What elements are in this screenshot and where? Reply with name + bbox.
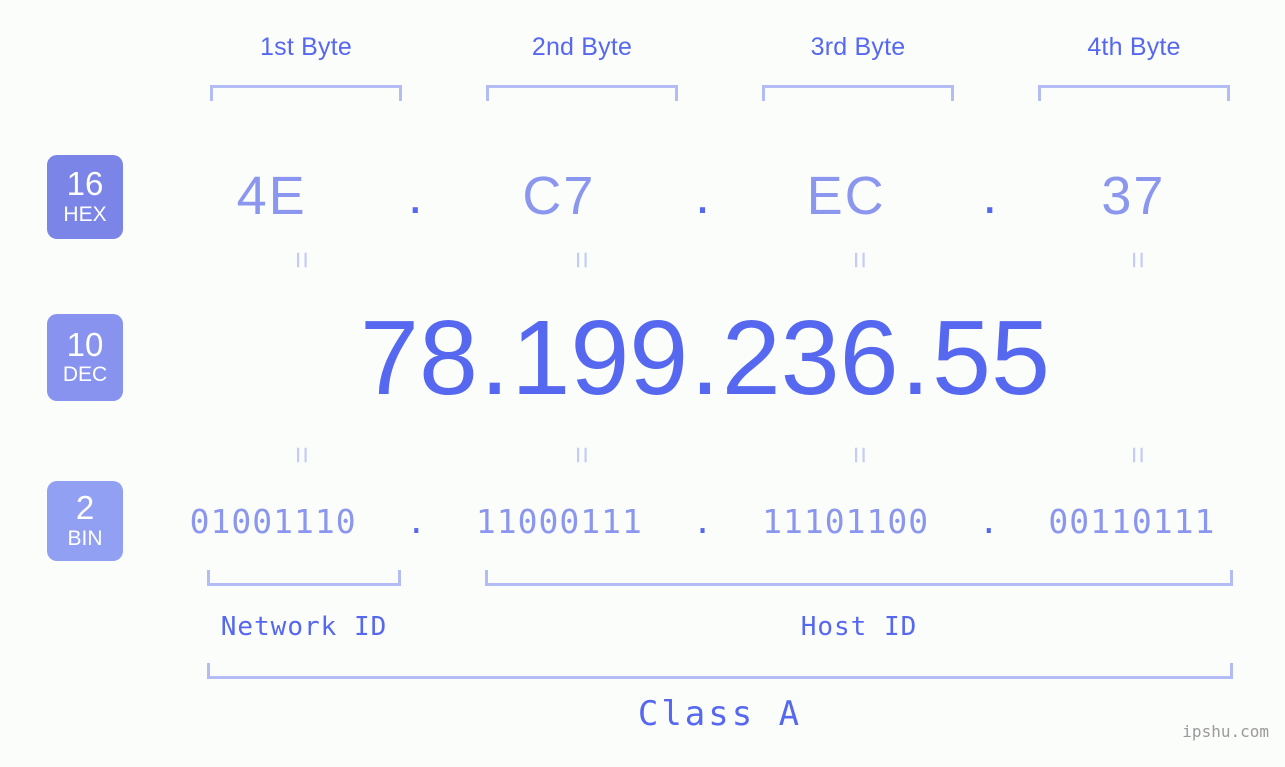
- ip-class-label: Class A: [637, 694, 803, 734]
- bin-separator-2: .: [692, 501, 713, 541]
- equals-icon-hex-dec-3: =: [843, 251, 876, 269]
- dec-separator-3: .: [900, 299, 931, 417]
- base-badge-bin: 2 BIN: [47, 481, 123, 561]
- equals-icon-hex-dec-4: =: [1121, 251, 1154, 269]
- byte-header-1: 1st Byte: [260, 33, 352, 61]
- equals-icon-dec-bin-3: =: [843, 446, 876, 464]
- byte-bracket-4: [1038, 85, 1230, 101]
- byte-bracket-2: [486, 85, 678, 101]
- bin-octet-2: 11000111: [475, 501, 643, 541]
- dec-octet-row: 78 . 199 . 236 . 55: [150, 296, 1260, 420]
- equals-icon-hex-dec-1: =: [285, 251, 318, 269]
- dec-separator-2: .: [690, 299, 720, 417]
- base-badge-bin-number: 2: [75, 489, 95, 527]
- hex-octet-2: C7: [522, 166, 596, 226]
- hex-separator-3: .: [982, 165, 998, 226]
- equals-icon-hex-dec-2: =: [565, 251, 598, 269]
- base-badge-dec-number: 10: [66, 325, 104, 363]
- base-badge-dec: 10 DEC: [47, 314, 123, 401]
- base-badge-hex-abbr: HEX: [63, 202, 107, 226]
- byte-header-3: 3rd Byte: [810, 33, 906, 61]
- bin-octet-1: 01001110: [189, 501, 357, 541]
- dec-separator-1: .: [479, 299, 510, 417]
- equals-icon-dec-bin-1: =: [285, 446, 318, 464]
- byte-header-2: 2nd Byte: [531, 33, 633, 61]
- hex-separator-1: .: [407, 165, 423, 226]
- equals-icon-dec-bin-4: =: [1121, 446, 1154, 464]
- hex-separator-2: .: [694, 165, 710, 226]
- dec-octet-4: 55: [932, 299, 1050, 417]
- network-id-label: Network ID: [220, 612, 388, 642]
- byte-bracket-1: [210, 85, 402, 101]
- dec-octet-1: 78: [360, 299, 478, 417]
- base-badge-hex: 16 HEX: [47, 155, 123, 239]
- equals-icon-dec-bin-2: =: [565, 446, 598, 464]
- base-badge-hex-number: 16: [66, 165, 104, 203]
- bin-octet-row: 01001110 . 11000111 . 11101100 . 0011011…: [150, 492, 1255, 550]
- hex-octet-1: 4E: [236, 166, 307, 226]
- base-badge-bin-abbr: BIN: [67, 526, 103, 550]
- network-id-bracket: [207, 570, 401, 586]
- bin-separator-1: .: [406, 501, 427, 541]
- bin-octet-4: 00110111: [1048, 501, 1216, 541]
- site-watermark: ipshu.com: [1182, 722, 1269, 741]
- dec-octet-2: 199: [511, 299, 689, 417]
- dec-octet-3: 236: [721, 299, 899, 417]
- hex-octet-row: 4E . C7 . EC . 37: [150, 152, 1255, 240]
- host-id-label: Host ID: [800, 612, 918, 642]
- bin-octet-3: 11101100: [762, 501, 930, 541]
- class-bracket: [207, 663, 1233, 679]
- bin-separator-3: .: [978, 501, 999, 541]
- byte-bracket-3: [762, 85, 954, 101]
- ip-address-breakdown-diagram: 1st Byte 2nd Byte 3rd Byte 4th Byte 16 H…: [0, 0, 1285, 767]
- host-id-bracket: [485, 570, 1233, 586]
- hex-octet-4: 37: [1101, 166, 1166, 226]
- byte-header-4: 4th Byte: [1087, 33, 1181, 61]
- base-badge-dec-abbr: DEC: [62, 363, 108, 387]
- hex-octet-3: EC: [806, 166, 886, 226]
